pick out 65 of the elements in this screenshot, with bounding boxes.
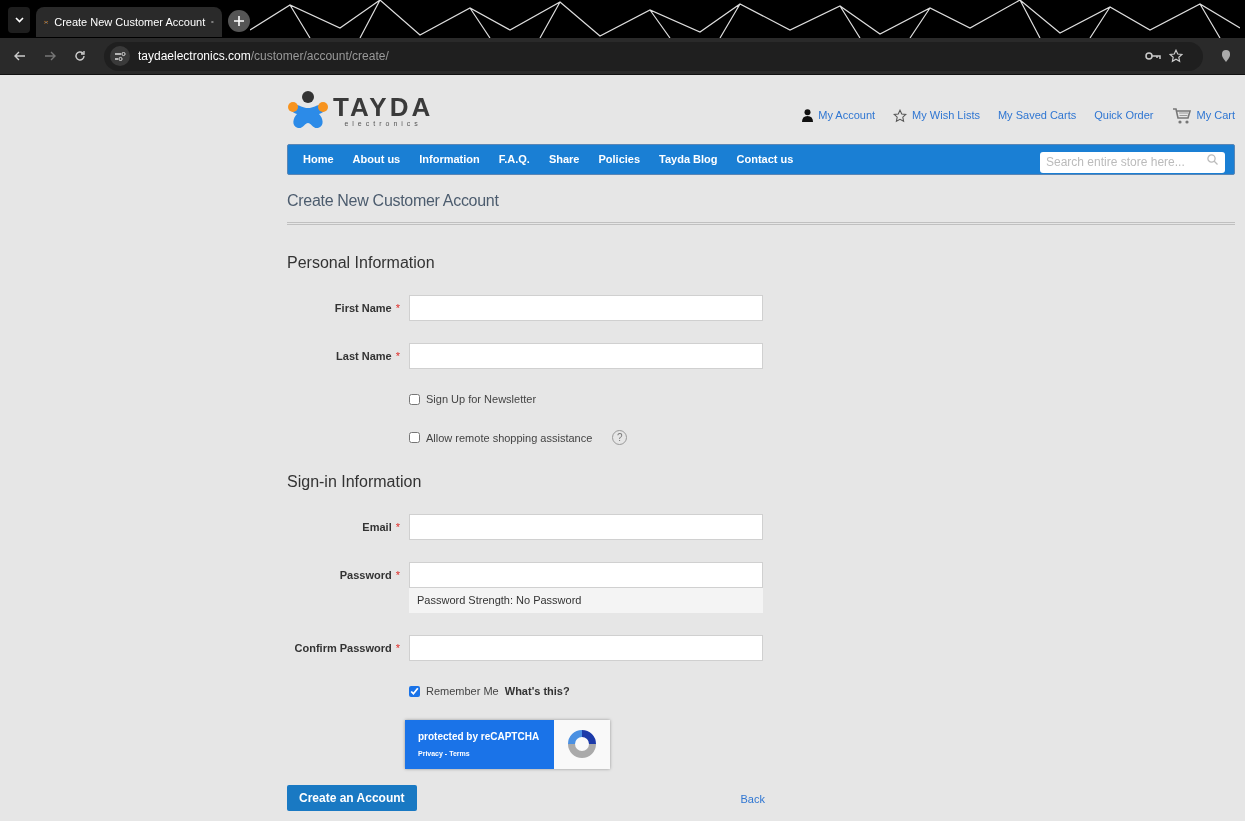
person-icon — [802, 109, 814, 122]
new-tab-button[interactable] — [228, 10, 250, 32]
header-link[interactable]: My Wish Lists — [893, 107, 980, 124]
logo-figure-icon — [287, 90, 329, 130]
section-heading: Personal Information — [287, 253, 436, 273]
recaptcha-text: protected by reCAPTCHA — [418, 729, 541, 744]
star-icon — [893, 108, 908, 123]
required-mark: * — [395, 567, 400, 583]
back-link[interactable]: Back — [740, 784, 765, 807]
recaptcha-logo-icon — [565, 727, 599, 761]
header-link[interactable]: My Account — [802, 107, 876, 124]
address-bar[interactable]: taydaelectronics.com/customer/account/create/ — [104, 41, 1203, 71]
input-field[interactable] — [409, 562, 763, 588]
required-mark: * — [395, 348, 400, 364]
checkbox[interactable] — [409, 432, 420, 444]
cart-icon — [1171, 106, 1192, 125]
field-label: Confirm Password — [294, 640, 392, 656]
whats-this-link[interactable]: What's this? — [504, 683, 570, 700]
nav-link[interactable]: F.A.Q. — [498, 151, 530, 168]
site-settings-icon[interactable] — [114, 51, 126, 61]
nav-link[interactable]: Home — [303, 151, 334, 168]
input-field[interactable] — [409, 514, 763, 540]
chevron-down-icon — [14, 17, 24, 23]
required-mark: * — [395, 300, 400, 316]
nav-link[interactable]: Information — [419, 151, 480, 168]
bookmark-star-icon[interactable] — [1169, 49, 1183, 63]
header-link[interactable]: My Saved Carts — [997, 107, 1077, 124]
checkbox[interactable] — [409, 393, 420, 405]
nav-link[interactable]: Policies — [598, 151, 641, 168]
url-domain: taydaelectronics.com — [138, 48, 251, 65]
nav-link[interactable]: About us — [352, 151, 401, 168]
logo-wordmark: TAYDA — [333, 93, 434, 120]
checkbox-label: Remember Me — [426, 684, 499, 699]
tab-title: Create New Customer Account — [54, 14, 206, 30]
url-path: /customer/account/create/ — [250, 48, 389, 65]
nav-link[interactable]: Tayda Blog — [659, 151, 718, 168]
required-mark: * — [395, 640, 400, 656]
create-account-button[interactable]: Create an Account — [287, 784, 417, 811]
back-arrow-icon[interactable] — [14, 50, 26, 62]
page-title: Create New Customer Account — [287, 191, 500, 211]
plus-icon — [234, 16, 244, 26]
checkbox[interactable] — [409, 685, 420, 697]
input-field[interactable] — [409, 343, 763, 369]
required-mark: * — [395, 519, 400, 535]
reload-icon[interactable] — [74, 50, 86, 62]
checkbox-label: Allow remote shopping assistance — [426, 430, 593, 446]
key-icon[interactable] — [1145, 51, 1161, 61]
search-field[interactable]: Search entire store here... — [1040, 151, 1225, 173]
location-pin-icon[interactable] — [1221, 49, 1231, 63]
nav-link[interactable]: Contact us — [736, 151, 794, 168]
checkbox-label: Sign Up for Newsletter — [426, 392, 537, 407]
forward-arrow-icon[interactable] — [44, 50, 56, 62]
field-label: Email — [362, 519, 392, 535]
field-label: First Name — [334, 300, 392, 316]
tab-list-button[interactable] — [8, 7, 30, 33]
password-strength-note: Password Strength: No Password — [409, 588, 763, 613]
field-label: Password — [339, 567, 392, 583]
header-link[interactable]: My Cart — [1171, 106, 1235, 125]
header-link[interactable]: Quick Order — [1094, 107, 1154, 124]
nav-link[interactable]: Share — [548, 151, 580, 168]
input-field[interactable] — [409, 295, 763, 321]
input-field[interactable] — [409, 635, 763, 661]
field-label: Last Name — [336, 348, 392, 364]
section-heading: Sign-in Information — [287, 472, 423, 492]
browser-tab[interactable]: Create New Customer Account — [36, 7, 222, 37]
